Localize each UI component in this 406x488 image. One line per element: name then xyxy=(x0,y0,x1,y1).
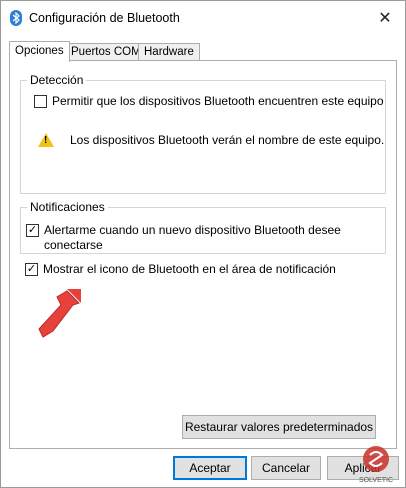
red-arrow-icon xyxy=(38,289,81,338)
solvetic-logo: SOLVETIC xyxy=(359,446,393,484)
notifications-legend: Notificaciones xyxy=(27,200,108,214)
bluetooth-settings-window: Configuración de Bluetooth ✕ Opciones Pu… xyxy=(0,0,406,488)
show-icon-checkbox[interactable]: ✓ xyxy=(25,263,38,276)
solvetic-logo-text: SOLVETIC xyxy=(359,477,393,484)
tab-panel-opciones: Detección Permitir que los dispositivos … xyxy=(9,60,397,449)
alert-label-line1: Alertarme cuando un nuevo dispositivo Bl… xyxy=(44,223,341,237)
close-icon[interactable]: ✕ xyxy=(365,1,405,35)
warning-text: Los dispositivos Bluetooth verán el nomb… xyxy=(70,133,385,147)
accept-button[interactable]: Aceptar xyxy=(173,456,247,480)
tab-opciones[interactable]: Opciones xyxy=(9,41,70,62)
window-title: Configuración de Bluetooth xyxy=(29,11,180,25)
restore-defaults-button[interactable]: Restaurar valores predeterminados xyxy=(182,415,376,439)
detection-legend: Detección xyxy=(27,73,87,87)
warning-icon: ! xyxy=(38,133,54,147)
notifications-group: Notificaciones ✓ Alertarme cuando un nue… xyxy=(20,200,386,254)
warning-row: ! Los dispositivos Bluetooth verán el no… xyxy=(38,133,384,147)
cancel-button[interactable]: Cancelar xyxy=(251,456,321,480)
alert-label-line2: conectarse xyxy=(44,238,103,252)
alert-checkbox-row[interactable]: ✓ Alertarme cuando un nuevo dispositivo … xyxy=(26,223,341,253)
check-icon: ✓ xyxy=(27,224,38,236)
alert-label: Alertarme cuando un nuevo dispositivo Bl… xyxy=(44,223,341,253)
allow-discovery-label: Permitir que los dispositivos Bluetooth … xyxy=(52,94,384,108)
bluetooth-rune xyxy=(12,12,20,24)
bluetooth-icon xyxy=(10,10,22,26)
show-icon-checkbox-row[interactable]: ✓ Mostrar el icono de Bluetooth en el ár… xyxy=(25,262,336,277)
show-icon-label: Mostrar el icono de Bluetooth en el área… xyxy=(43,262,336,276)
allow-discovery-checkbox-row[interactable]: Permitir que los dispositivos Bluetooth … xyxy=(34,94,384,109)
detection-group: Detección Permitir que los dispositivos … xyxy=(20,73,386,194)
allow-discovery-checkbox[interactable] xyxy=(34,95,47,108)
warning-mark: ! xyxy=(44,135,48,146)
title-bar: Configuración de Bluetooth ✕ xyxy=(1,1,405,35)
tab-puertos-com[interactable]: Puertos COM xyxy=(65,43,147,61)
check-icon: ✓ xyxy=(26,263,37,275)
tab-hardware[interactable]: Hardware xyxy=(138,43,200,61)
alert-checkbox[interactable]: ✓ xyxy=(26,224,39,237)
